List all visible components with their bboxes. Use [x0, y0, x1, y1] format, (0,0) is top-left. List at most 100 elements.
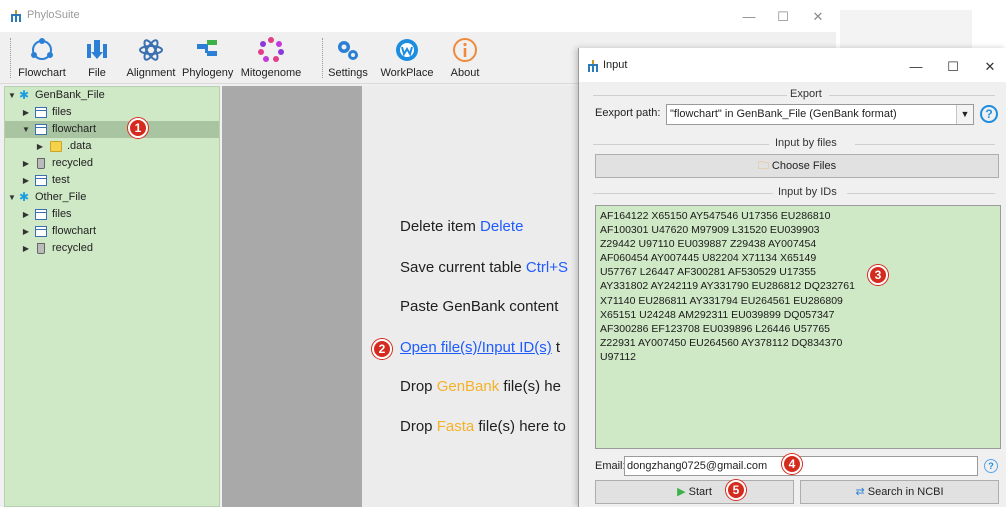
- export-path-label: Eexport path:: [595, 107, 661, 119]
- open-files-link[interactable]: Open file(s)/Input ID(s): [400, 339, 552, 356]
- tree-item-label: flowchart: [52, 123, 97, 135]
- search-ncbi-label: Search in NCBI: [867, 486, 944, 498]
- dialog-close-button[interactable]: ✕: [973, 56, 1006, 78]
- save-shortcut: Ctrl+S: [525, 259, 568, 276]
- paste-hint: Paste GenBank content: [400, 298, 558, 315]
- flowchart-button[interactable]: Flowchart: [14, 34, 70, 82]
- mitogenome-button[interactable]: Mitogenome: [234, 34, 308, 82]
- group-divider: [847, 193, 995, 194]
- ids-textarea[interactable]: AF164122 X65150 AY547546 U17356 EU286810…: [595, 205, 1001, 449]
- settings-icon: [338, 41, 358, 60]
- collapse-arrow-icon[interactable]: ▶: [35, 138, 45, 155]
- start-button[interactable]: ▶ Start: [595, 480, 794, 504]
- delete-hint: Delete item Delete: [400, 218, 523, 235]
- tree-item-files[interactable]: ▶ files: [5, 206, 219, 223]
- folder-open-icon: 🗀: [757, 160, 769, 172]
- tree-item-other-file[interactable]: ▼ ✱ Other_File: [5, 189, 219, 206]
- genbank-format-word: GenBank: [436, 378, 500, 395]
- workplace-button[interactable]: WorkPlace: [378, 34, 436, 82]
- open-hint: Open file(s)/Input ID(s) t: [400, 339, 560, 356]
- step-badge-5: 5: [726, 480, 746, 500]
- tree-item-label: recycled: [52, 157, 93, 169]
- refresh-icon: ⇄: [855, 486, 865, 498]
- tree-item-test[interactable]: ▶ test: [5, 172, 219, 189]
- toolbar-grip: [10, 38, 11, 78]
- input-dialog: Input — ☐ ✕ Export Eexport path: "flowch…: [578, 48, 1006, 507]
- about-icon: [453, 38, 477, 62]
- drop-prefix: Drop: [400, 378, 437, 395]
- file-button[interactable]: File: [80, 34, 114, 82]
- dialog-titlebar: Input — ☐ ✕: [579, 48, 1006, 82]
- collapse-arrow-icon[interactable]: ▶: [21, 206, 31, 223]
- expand-arrow-icon[interactable]: ▼: [7, 87, 17, 104]
- alignment-button[interactable]: Alignment: [124, 34, 178, 82]
- expand-arrow-icon[interactable]: ▼: [7, 189, 17, 206]
- step-badge-2: 2: [372, 339, 392, 359]
- group-divider: [593, 95, 789, 96]
- dialog-maximize-button[interactable]: ☐: [936, 56, 970, 78]
- table-icon: [35, 175, 47, 186]
- step-badge-1: 1: [128, 118, 148, 138]
- chevron-down-icon[interactable]: ▼: [956, 105, 973, 124]
- about-button[interactable]: About: [446, 34, 484, 82]
- phylosuite-logo-icon: [11, 10, 21, 22]
- tree-item-label: .data: [67, 140, 92, 152]
- trash-icon: [37, 243, 45, 254]
- tree-item-data[interactable]: ▶ .data: [5, 138, 219, 155]
- tree-item-files[interactable]: ▶ files: [5, 104, 219, 121]
- export-path-value: "flowchart" in GenBank_File (GenBank for…: [670, 108, 897, 120]
- tree-item-label: flowchart: [52, 225, 97, 237]
- file-label: File: [88, 67, 106, 79]
- table-icon: [35, 209, 47, 220]
- drop-genbank-suffix: file(s) he: [499, 378, 561, 395]
- open-hint-suffix: t: [551, 339, 561, 356]
- main-window-title: PhyloSuite: [27, 9, 80, 21]
- file-tree: ▼ ✱ GenBank_File ▶ files ▼ flowchart ▶ .…: [4, 86, 220, 507]
- mitogenome-label: Mitogenome: [240, 67, 302, 79]
- expand-arrow-icon[interactable]: ▼: [21, 121, 31, 138]
- drop-genbank-hint: Drop GenBank file(s) he: [400, 378, 561, 395]
- mitogenome-icon: [258, 37, 284, 62]
- tree-item-recycled[interactable]: ▶ recycled: [5, 155, 219, 172]
- drop-fasta-hint: Drop Fasta file(s) here to: [400, 418, 566, 435]
- collapse-arrow-icon[interactable]: ▶: [21, 240, 31, 257]
- settings-label: Settings: [328, 67, 368, 79]
- root-icon: ✱: [19, 190, 30, 204]
- email-label: Email:: [595, 460, 626, 472]
- dialog-minimize-button[interactable]: —: [899, 56, 933, 78]
- collapse-arrow-icon[interactable]: ▶: [21, 104, 31, 121]
- group-divider: [593, 144, 769, 145]
- choose-files-button[interactable]: 🗀 Choose Files: [595, 154, 999, 178]
- flowchart-icon: [31, 38, 53, 60]
- table-icon: [35, 226, 47, 237]
- settings-button[interactable]: Settings: [328, 34, 368, 82]
- background-panel: [840, 10, 972, 50]
- alignment-icon: [139, 39, 163, 61]
- tree-item-flowchart[interactable]: ▼ flowchart: [5, 121, 219, 138]
- export-path-select[interactable]: "flowchart" in GenBank_File (GenBank for…: [666, 104, 974, 125]
- email-help-icon[interactable]: ?: [984, 459, 998, 473]
- help-icon[interactable]: ?: [980, 105, 998, 123]
- search-ncbi-button[interactable]: ⇄ Search in NCBI: [800, 480, 999, 504]
- collapse-arrow-icon[interactable]: ▶: [21, 155, 31, 172]
- tree-item-label: test: [52, 174, 70, 186]
- main-titlebar: PhyloSuite — ☐ ✕: [0, 0, 836, 32]
- about-label: About: [450, 67, 480, 79]
- tree-item-genbank-file[interactable]: ▼ ✱ GenBank_File: [5, 87, 219, 104]
- root-icon: ✱: [19, 88, 30, 102]
- step-badge-3: 3: [868, 265, 888, 285]
- tree-item-recycled[interactable]: ▶ recycled: [5, 240, 219, 257]
- collapse-arrow-icon[interactable]: ▶: [21, 223, 31, 240]
- tree-item-label: files: [52, 106, 72, 118]
- tree-item-flowchart[interactable]: ▶ flowchart: [5, 223, 219, 240]
- start-label: Start: [688, 486, 712, 498]
- fasta-format-word: Fasta: [436, 418, 475, 435]
- phylogeny-button[interactable]: Phylogeny: [182, 34, 233, 82]
- step-badge-4: 4: [782, 454, 802, 474]
- input-by-ids-label: Input by IDs: [775, 186, 840, 198]
- main-close-button[interactable]: ✕: [795, 6, 841, 28]
- collapse-arrow-icon[interactable]: ▶: [21, 172, 31, 189]
- phylogeny-icon: [197, 40, 217, 56]
- workplace-icon: [396, 39, 418, 61]
- dialog-title: Input: [603, 59, 628, 71]
